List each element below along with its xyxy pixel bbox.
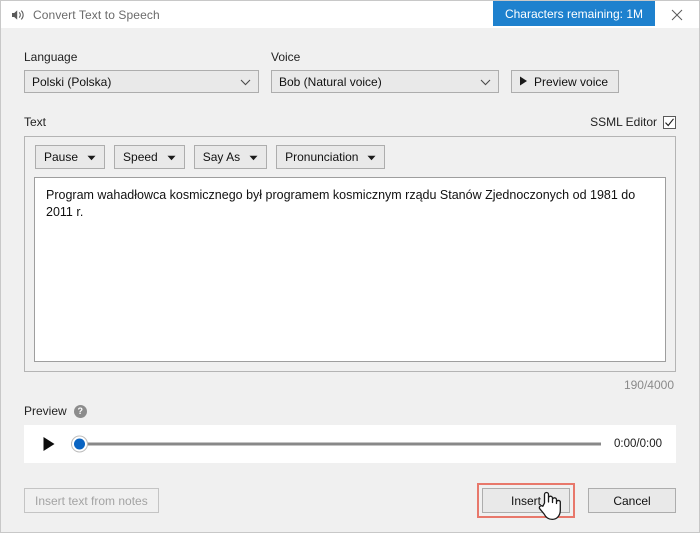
language-label: Language	[24, 50, 259, 64]
title-bar-left: Convert Text to Speech	[1, 1, 493, 28]
pronunciation-dropdown-button[interactable]: Pronunciation	[276, 145, 385, 169]
speech-audio-icon	[10, 7, 26, 23]
say-as-dropdown-label: Say As	[203, 150, 240, 164]
footer-actions: Insert Cancel	[477, 483, 676, 518]
ssml-toolbar: Pause Speed Say As	[25, 137, 675, 177]
chevron-down-icon	[367, 150, 376, 164]
language-select-value: Polski (Polska)	[32, 75, 111, 89]
preview-label: Preview	[24, 404, 67, 418]
speed-dropdown-label: Speed	[123, 150, 158, 164]
language-field-group: Language Polski (Polska)	[24, 50, 259, 93]
say-as-dropdown-button[interactable]: Say As	[194, 145, 267, 169]
language-select[interactable]: Polski (Polska)	[24, 70, 259, 93]
voice-label: Voice	[271, 50, 499, 64]
playback-track	[71, 443, 601, 446]
dialog-footer: Insert text from notes Insert Cancel	[1, 469, 699, 532]
chevron-down-icon	[240, 75, 251, 89]
voice-select-value: Bob (Natural voice)	[279, 75, 382, 89]
playback-time: 0:00/0:00	[614, 438, 662, 450]
title-bar: Convert Text to Speech Characters remain…	[1, 1, 699, 28]
preview-voice-button[interactable]: Preview voice	[511, 70, 619, 93]
text-section-header: Text SSML Editor	[24, 115, 676, 129]
preview-voice-label: Preview voice	[534, 75, 608, 89]
insert-button-highlight: Insert	[477, 483, 575, 518]
play-button[interactable]	[40, 435, 58, 453]
cancel-button[interactable]: Cancel	[588, 488, 676, 513]
pause-dropdown-button[interactable]: Pause	[35, 145, 105, 169]
text-input-area[interactable]: Program wahadłowca kosmicznego był progr…	[34, 177, 666, 362]
pronunciation-dropdown-label: Pronunciation	[285, 150, 358, 164]
speed-dropdown-button[interactable]: Speed	[114, 145, 185, 169]
playback-slider[interactable]	[71, 435, 601, 453]
ssml-editor-toggle[interactable]: SSML Editor	[590, 115, 676, 129]
characters-remaining-badge: Characters remaining: 1M	[493, 1, 655, 26]
convert-text-to-speech-dialog: Convert Text to Speech Characters remain…	[0, 0, 700, 533]
close-icon[interactable]	[655, 1, 699, 28]
playback-thumb[interactable]	[71, 436, 88, 453]
dialog-body: Language Polski (Polska) Voice Bob (Natu…	[1, 28, 699, 469]
selectors-row: Language Polski (Polska) Voice Bob (Natu…	[24, 28, 676, 93]
ssml-editor-label: SSML Editor	[590, 115, 657, 129]
chevron-down-icon	[249, 150, 258, 164]
chevron-down-icon	[167, 150, 176, 164]
voice-field-group: Voice Bob (Natural voice)	[271, 50, 499, 93]
text-label: Text	[24, 115, 46, 129]
preview-voice-group: Preview voice	[511, 50, 619, 93]
window-title: Convert Text to Speech	[33, 8, 160, 22]
audio-player: 0:00/0:00	[24, 425, 676, 463]
ssml-editor-checkbox[interactable]	[663, 116, 676, 129]
chevron-down-icon	[87, 150, 96, 164]
chevron-down-icon	[480, 75, 491, 89]
text-editor-frame: Pause Speed Say As	[24, 136, 676, 372]
play-icon	[519, 75, 528, 89]
help-icon[interactable]: ?	[74, 405, 87, 418]
insert-text-from-notes-button[interactable]: Insert text from notes	[24, 488, 159, 513]
preview-section-header: Preview ?	[24, 404, 676, 418]
pause-dropdown-label: Pause	[44, 150, 78, 164]
insert-button[interactable]: Insert	[482, 488, 570, 513]
character-counter: 190/4000	[24, 378, 676, 392]
voice-select[interactable]: Bob (Natural voice)	[271, 70, 499, 93]
